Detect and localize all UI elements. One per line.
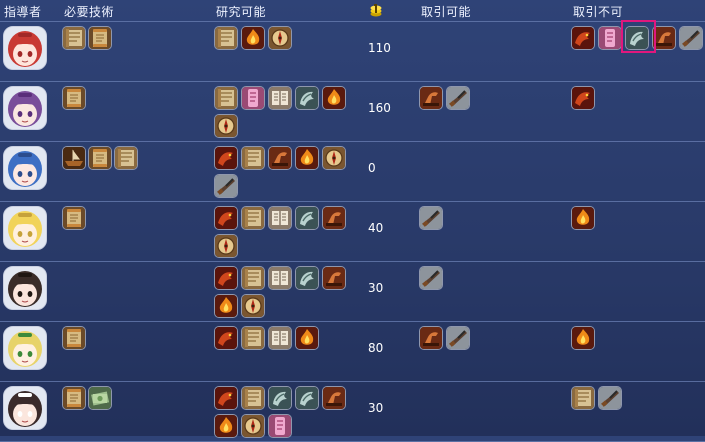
scroll-icon[interactable] bbox=[62, 326, 86, 350]
fire-icon[interactable] bbox=[322, 86, 346, 110]
header-tradeable: 取引可能 bbox=[421, 5, 472, 19]
fire-icon[interactable] bbox=[295, 146, 319, 170]
metal-dragon-icon[interactable] bbox=[295, 86, 319, 110]
metal-dragon-icon[interactable] bbox=[295, 266, 319, 290]
compass-icon[interactable] bbox=[214, 114, 238, 138]
leader-row[interactable]: 160 bbox=[0, 82, 705, 142]
book-icon[interactable] bbox=[268, 266, 292, 290]
scroll-icon[interactable] bbox=[62, 386, 86, 410]
dragon-icon[interactable] bbox=[214, 326, 238, 350]
cost-value: 110 bbox=[368, 41, 391, 55]
red-haired-girl-portrait[interactable] bbox=[3, 26, 47, 70]
gold-coin-icon bbox=[370, 4, 382, 17]
compass-icon[interactable] bbox=[214, 234, 238, 258]
leader-row[interactable]: 0 bbox=[0, 142, 705, 202]
metal-dragon-icon[interactable] bbox=[295, 206, 319, 230]
cost-value: 30 bbox=[368, 281, 384, 295]
fire-icon[interactable] bbox=[571, 206, 595, 230]
scroll-icon[interactable] bbox=[88, 26, 112, 50]
book-icon[interactable] bbox=[268, 326, 292, 350]
header-required-tech: 必要技術 bbox=[64, 5, 115, 19]
leader-row[interactable]: 40 bbox=[0, 202, 705, 262]
pink-scroll-icon[interactable] bbox=[268, 414, 292, 438]
compass-icon[interactable] bbox=[241, 294, 265, 318]
leader-row[interactable]: 30 bbox=[0, 382, 705, 442]
musket-icon[interactable] bbox=[679, 26, 703, 50]
leader-row[interactable]: 80 bbox=[0, 322, 705, 382]
table-header: 指導者 必要技術 研究可能 取引可能 取引不可 bbox=[0, 0, 705, 22]
header-not-tradeable: 取引不可 bbox=[573, 5, 624, 19]
green-ribbon-girl-portrait[interactable] bbox=[3, 326, 47, 370]
pink-scroll-icon[interactable] bbox=[241, 86, 265, 110]
blonde-girl-portrait[interactable] bbox=[3, 206, 47, 250]
fire-icon[interactable] bbox=[214, 294, 238, 318]
cost-value: 30 bbox=[368, 401, 384, 415]
dark-haired-girl-portrait[interactable] bbox=[3, 266, 47, 310]
compass-icon[interactable] bbox=[241, 414, 265, 438]
leader-row[interactable]: 30 bbox=[0, 262, 705, 322]
cost-value: 0 bbox=[368, 161, 376, 175]
fire-icon[interactable] bbox=[571, 326, 595, 350]
money-icon[interactable] bbox=[88, 386, 112, 410]
musket-icon[interactable] bbox=[214, 174, 238, 198]
ship-icon[interactable] bbox=[62, 146, 86, 170]
musket-icon[interactable] bbox=[598, 386, 622, 410]
horse-icon[interactable] bbox=[322, 206, 346, 230]
dragon-icon[interactable] bbox=[214, 386, 238, 410]
map-scroll-icon[interactable] bbox=[62, 26, 86, 50]
horse-icon[interactable] bbox=[419, 86, 443, 110]
purple-haired-girl-portrait[interactable] bbox=[3, 86, 47, 130]
header-leader: 指導者 bbox=[4, 5, 42, 19]
cost-value: 160 bbox=[368, 101, 391, 115]
dragon-icon[interactable] bbox=[214, 266, 238, 290]
musket-icon[interactable] bbox=[419, 266, 443, 290]
map-scroll-icon[interactable] bbox=[241, 326, 265, 350]
fire-icon[interactable] bbox=[214, 414, 238, 438]
map-scroll-icon[interactable] bbox=[214, 86, 238, 110]
map-scroll-icon[interactable] bbox=[241, 146, 265, 170]
map-scroll-icon[interactable] bbox=[114, 146, 138, 170]
metal-dragon-icon[interactable] bbox=[295, 386, 319, 410]
map-scroll-icon[interactable] bbox=[241, 206, 265, 230]
blue-haired-girl-portrait[interactable] bbox=[3, 146, 47, 190]
map-scroll-icon[interactable] bbox=[241, 266, 265, 290]
musket-icon[interactable] bbox=[419, 206, 443, 230]
musket-icon[interactable] bbox=[446, 86, 470, 110]
scroll-icon[interactable] bbox=[88, 146, 112, 170]
horse-icon[interactable] bbox=[322, 266, 346, 290]
horse-icon[interactable] bbox=[268, 146, 292, 170]
dragon-icon[interactable] bbox=[214, 146, 238, 170]
horse-icon[interactable] bbox=[322, 386, 346, 410]
leader-row[interactable]: 110 bbox=[0, 22, 705, 82]
selection-highlight bbox=[621, 20, 656, 53]
map-scroll-icon[interactable] bbox=[241, 386, 265, 410]
book-icon[interactable] bbox=[268, 206, 292, 230]
map-scroll-icon[interactable] bbox=[571, 386, 595, 410]
header-researchable: 研究可能 bbox=[216, 5, 267, 19]
musket-icon[interactable] bbox=[446, 326, 470, 350]
compass-icon[interactable] bbox=[268, 26, 292, 50]
pink-scroll-icon[interactable] bbox=[598, 26, 622, 50]
scroll-icon[interactable] bbox=[62, 86, 86, 110]
horse-icon[interactable] bbox=[419, 326, 443, 350]
dragon-icon[interactable] bbox=[571, 26, 595, 50]
book-icon[interactable] bbox=[268, 86, 292, 110]
metal-dragon-icon[interactable] bbox=[268, 386, 292, 410]
fire-icon[interactable] bbox=[241, 26, 265, 50]
dragon-icon[interactable] bbox=[571, 86, 595, 110]
map-scroll-icon[interactable] bbox=[214, 26, 238, 50]
compass-icon[interactable] bbox=[322, 146, 346, 170]
bunny-girl-portrait[interactable] bbox=[3, 386, 47, 430]
cost-value: 40 bbox=[368, 221, 384, 235]
cost-value: 80 bbox=[368, 341, 384, 355]
scroll-icon[interactable] bbox=[62, 206, 86, 230]
fire-icon[interactable] bbox=[295, 326, 319, 350]
dragon-icon[interactable] bbox=[214, 206, 238, 230]
